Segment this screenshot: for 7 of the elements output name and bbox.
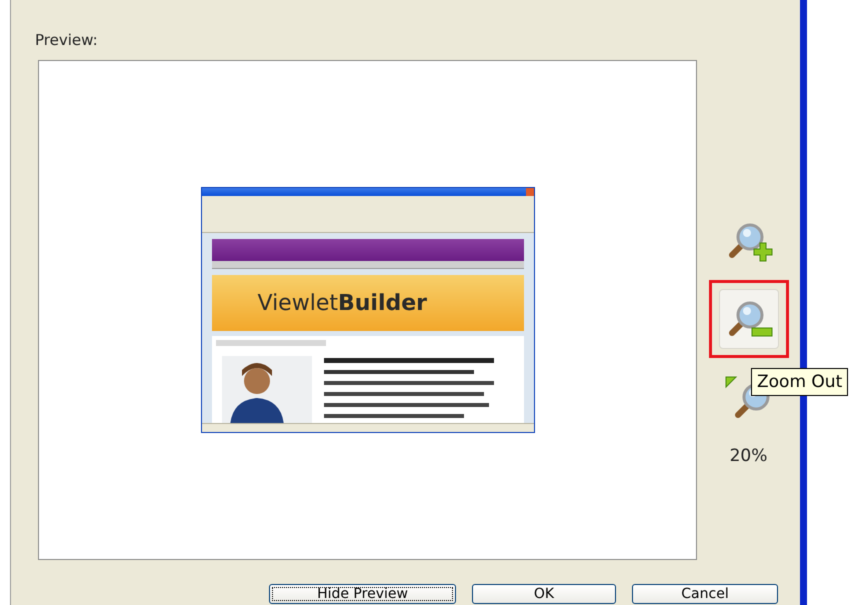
dialog-button[interactable]: OK <box>472 584 616 604</box>
banner-heading: ViewletBuilder <box>212 275 524 331</box>
zoom-level: 20% <box>730 446 768 466</box>
preview-label: Preview: <box>35 30 99 50</box>
dialog-button[interactable]: Cancel <box>632 584 778 604</box>
tooltip: Zoom Out <box>751 368 848 396</box>
dialog-button[interactable]: Hide Preview <box>269 584 456 604</box>
